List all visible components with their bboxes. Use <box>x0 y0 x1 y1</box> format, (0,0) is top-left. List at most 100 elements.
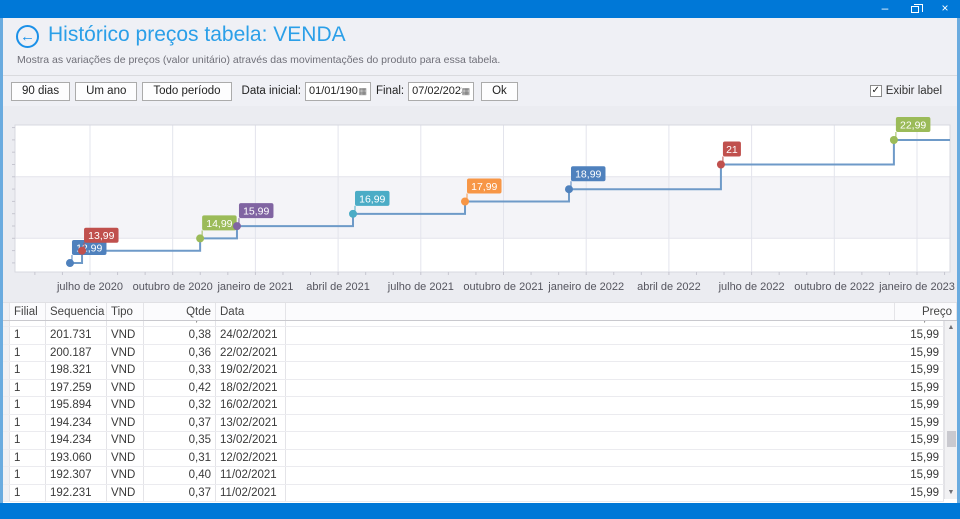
ok-button[interactable]: Ok <box>481 82 518 101</box>
restore-button[interactable] <box>900 0 930 18</box>
cell-tipo: VND <box>107 380 144 397</box>
cell-sequencia: 201.731 <box>46 327 107 344</box>
table-row[interactable]: 1197.259VND0,4218/02/202115,99 <box>3 380 944 398</box>
row-filler <box>286 380 882 397</box>
column-header-preco[interactable]: Preço <box>895 303 957 320</box>
svg-text:janeiro de 2021: janeiro de 2021 <box>216 281 293 293</box>
table-row[interactable]: 1194.234VND0,3513/02/202115,99 <box>3 432 944 450</box>
window-border-left <box>0 18 3 519</box>
scroll-up-icon[interactable]: ▲ <box>945 321 957 334</box>
cell-preco: 15,99 <box>882 345 944 362</box>
cell-sequencia: 193.060 <box>46 450 107 467</box>
calendar-icon[interactable]: ▦ <box>462 87 471 96</box>
end-date-label: Final: <box>376 85 404 97</box>
svg-text:outubro de 2021: outubro de 2021 <box>463 281 543 293</box>
row-gutter <box>3 345 10 362</box>
svg-text:abril de 2022: abril de 2022 <box>637 281 701 293</box>
start-date-input[interactable]: 01/01/1900 ▦ <box>305 82 371 101</box>
column-header-data[interactable]: Data <box>216 303 286 320</box>
row-filler <box>286 345 882 362</box>
cell-data: 11/02/2021 <box>216 485 286 502</box>
cell-tipo: VND <box>107 450 144 467</box>
scrollbar-thumb[interactable] <box>947 431 956 447</box>
table-row[interactable]: 1200.187VND0,3622/02/202115,99 <box>3 345 944 363</box>
range-all-period-button[interactable]: Todo período <box>142 82 231 101</box>
cell-tipo: VND <box>107 321 144 326</box>
price-history-chart: 12,9913,9914,9915,9916,9917,9918,992122,… <box>3 106 957 302</box>
table-row[interactable]: 1198.321VND0,3319/02/202115,99 <box>3 362 944 380</box>
range-90-days-button[interactable]: 90 dias <box>11 82 70 101</box>
back-button[interactable]: ← <box>16 25 39 48</box>
show-label-checkbox-wrap[interactable]: ✓ Exibir label <box>870 85 942 97</box>
table-row[interactable]: 1194.234VND0,3713/02/202115,99 <box>3 415 944 433</box>
row-filler <box>286 362 882 379</box>
cell-qtde: 0,35 <box>144 432 216 449</box>
cell-qtde: 0,37 <box>144 415 216 432</box>
cell-qtde: 0,31 <box>144 450 216 467</box>
cell-data: 16/02/2021 <box>216 397 286 414</box>
vertical-scrollbar[interactable]: ▲ ▼ <box>944 321 957 499</box>
scroll-down-icon[interactable]: ▼ <box>945 486 957 499</box>
svg-text:outubro de 2022: outubro de 2022 <box>794 281 874 293</box>
svg-text:21: 21 <box>726 144 738 156</box>
table-row[interactable]: 1195.894VND0,3216/02/202115,99 <box>3 397 944 415</box>
table-row[interactable]: 1201.731VND0,3824/02/202115,99 <box>3 327 944 345</box>
cell-preco: 15,99 <box>882 467 944 484</box>
row-filler <box>286 467 882 484</box>
svg-text:julho de 2021: julho de 2021 <box>387 281 454 293</box>
column-header-qtde[interactable]: Qtde <box>144 303 216 320</box>
cell-sequencia: 192.307 <box>46 467 107 484</box>
cell-data: 13/02/2021 <box>216 415 286 432</box>
price-chart-svg: 12,9913,9914,9915,9916,9917,9918,992122,… <box>3 106 957 302</box>
svg-text:17,99: 17,99 <box>471 181 497 193</box>
cell-data: 24/02/2021 <box>216 327 286 344</box>
calendar-icon[interactable]: ▦ <box>358 87 367 96</box>
cell-preco: 15,99 <box>882 450 944 467</box>
checkbox-checked-icon[interactable]: ✓ <box>870 85 882 97</box>
toolbar: 90 dias Um ano Todo período Data inicial… <box>3 75 957 106</box>
cell-preco: 15,99 <box>882 485 944 502</box>
table-row[interactable]: 1193.060VND0,3112/02/202115,99 <box>3 450 944 468</box>
table-row[interactable]: 1192.307VND0,4011/02/202115,99 <box>3 467 944 485</box>
close-button[interactable]: × <box>930 0 960 18</box>
show-label-checkbox-label: Exibir label <box>886 85 942 97</box>
minimize-button[interactable]: – <box>870 0 900 18</box>
svg-text:14,99: 14,99 <box>206 218 232 230</box>
table-row[interactable]: 1192.231VND0,3711/02/202115,99 <box>3 485 944 503</box>
row-filler <box>286 432 882 449</box>
cell-sequencia: 203.452 <box>46 321 107 326</box>
svg-text:13,99: 13,99 <box>88 230 114 242</box>
page-title: Histórico preços tabela: VENDA <box>48 23 346 47</box>
svg-text:janeiro de 2023: janeiro de 2023 <box>878 281 955 293</box>
cell-sequencia: 195.894 <box>46 397 107 414</box>
cell-qtde: 0,38 <box>144 327 216 344</box>
row-gutter <box>3 303 10 320</box>
row-gutter <box>3 450 10 467</box>
cell-sequencia: 200.187 <box>46 345 107 362</box>
column-header-sequencia[interactable]: Sequencia <box>46 303 107 320</box>
cell-data: 19/02/2021 <box>216 362 286 379</box>
column-header-filial[interactable]: Filial <box>10 303 46 320</box>
cell-filial: 1 <box>10 415 46 432</box>
cell-tipo: VND <box>107 432 144 449</box>
cell-tipo: VND <box>107 415 144 432</box>
svg-text:julho de 2020: julho de 2020 <box>56 281 123 293</box>
cell-sequencia: 194.234 <box>46 415 107 432</box>
column-header-tipo[interactable]: Tipo <box>107 303 144 320</box>
row-gutter <box>3 380 10 397</box>
end-date-input[interactable]: 07/02/2023 ▦ <box>408 82 474 101</box>
cell-filial: 1 <box>10 362 46 379</box>
restore-icon <box>911 6 919 13</box>
start-date-label: Data inicial: <box>242 85 301 97</box>
row-filler <box>286 415 882 432</box>
cell-sequencia: 194.234 <box>46 432 107 449</box>
cell-filial: 1 <box>10 450 46 467</box>
cell-preco: 15,99 <box>882 327 944 344</box>
cell-tipo: VND <box>107 327 144 344</box>
svg-text:outubro de 2020: outubro de 2020 <box>133 281 213 293</box>
cell-preco: 15,99 <box>882 321 944 326</box>
cell-qtde: 0,32 <box>144 397 216 414</box>
cell-tipo: VND <box>107 467 144 484</box>
close-icon: × <box>941 1 948 15</box>
range-one-year-button[interactable]: Um ano <box>75 82 137 101</box>
